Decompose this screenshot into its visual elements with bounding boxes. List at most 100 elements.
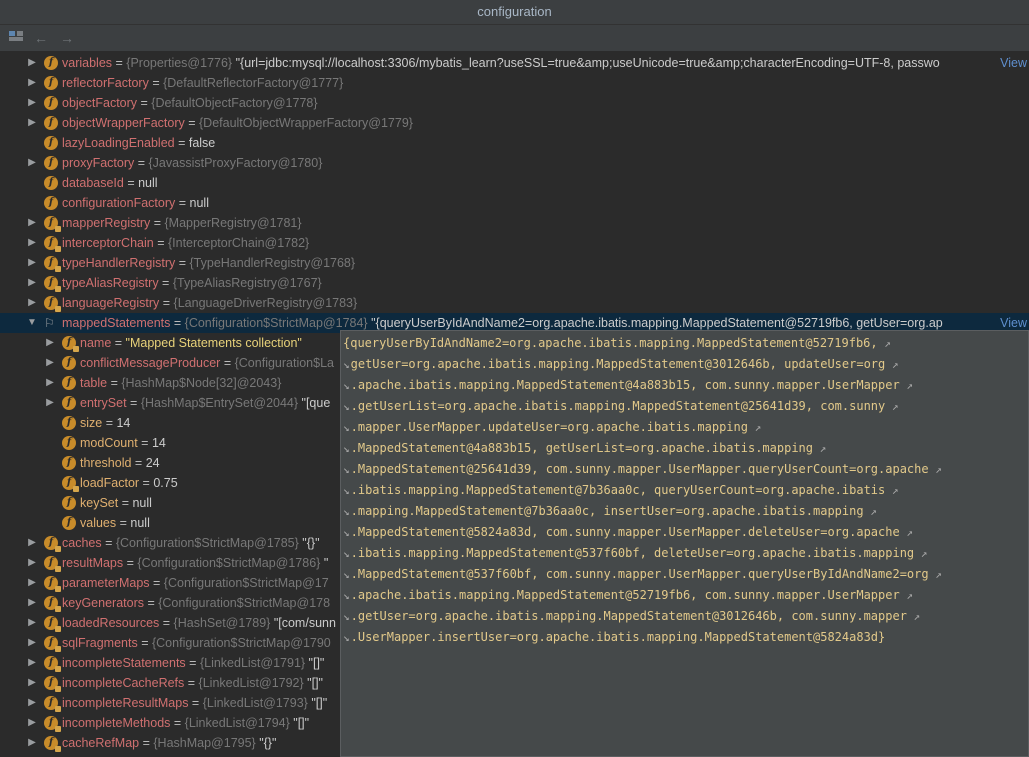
field-icon: f [62, 356, 76, 370]
object-type: {DefaultReflectorFactory@1777} [163, 76, 344, 90]
tree-row[interactable]: ▶ f proxyFactory = {JavassistProxyFactory@… [0, 153, 1029, 173]
tree-row[interactable]: ▶ f interceptorChain = {InterceptorChain@1… [0, 233, 1029, 253]
equals-sign: = [175, 256, 190, 270]
soft-wrap-icon: ↗ [899, 379, 913, 392]
tree-row[interactable]: ▶ f languageRegistry = {LanguageDriverRegi… [0, 293, 1029, 313]
field-name: incompleteMethods [62, 716, 171, 730]
final-field-icon: f [44, 576, 61, 592]
expand-closed-icon[interactable]: ▶ [26, 593, 38, 613]
field-value: null [132, 496, 152, 510]
field-icon: f [62, 396, 76, 410]
tree-row[interactable]: ▶ f reflectorFactory = {DefaultReflectorFa… [0, 73, 1029, 93]
field-value: null [130, 516, 150, 530]
expand-closed-icon[interactable]: ▶ [26, 713, 38, 733]
tree-row-label: resultMaps = {Configuration$StrictMap@17… [62, 553, 328, 573]
equals-sign: = [131, 456, 146, 470]
expand-closed-icon[interactable]: ▶ [44, 333, 56, 353]
tree-row[interactable]: ▶ f objectFactory = {DefaultObjectFactory@… [0, 93, 1029, 113]
equals-sign: = [123, 176, 139, 190]
expand-closed-icon[interactable]: ▶ [26, 53, 38, 73]
field-name: proxyFactory [62, 156, 135, 170]
equals-sign: = [170, 316, 185, 330]
expand-closed-icon[interactable]: ▶ [44, 373, 56, 393]
field-name: entrySet [80, 396, 127, 410]
field-name: incompleteStatements [62, 656, 186, 670]
tree-row-label: keySet = null [80, 493, 152, 513]
expand-closed-icon[interactable]: ▶ [26, 273, 38, 293]
tree-row[interactable]: f configurationFactory = null [0, 193, 1029, 213]
expand-closed-icon[interactable]: ▶ [26, 233, 38, 253]
tooltip-line: ↘.UserMapper.insertUser=org.apache.ibati… [343, 627, 885, 648]
expand-closed-icon[interactable]: ▶ [26, 653, 38, 673]
expand-closed-icon[interactable]: ▶ [26, 673, 38, 693]
expand-open-icon[interactable]: ▼ [26, 313, 38, 333]
final-field-icon: f [62, 336, 79, 352]
tree-row-label: loadedResources = {HashSet@1789} "[com/s… [62, 613, 336, 633]
value-tooltip-popup: {queryUserByIdAndName2=org.apache.ibatis… [340, 330, 1029, 757]
expand-closed-icon[interactable]: ▶ [26, 113, 38, 133]
expand-closed-icon[interactable]: ▶ [26, 573, 38, 593]
continuation-icon: ↘ [343, 484, 350, 497]
layout-icon[interactable] [6, 29, 26, 47]
expand-closed-icon[interactable]: ▶ [26, 553, 38, 573]
tree-row[interactable]: ▶ f mapperRegistry = {MapperRegistry@1781} [0, 213, 1029, 233]
equals-sign: = [139, 476, 154, 490]
field-name: name [80, 336, 112, 350]
back-arrow-icon[interactable]: ← [31, 29, 51, 47]
tree-row-label: table = {HashMap$Node[32]@2043} [80, 373, 281, 393]
tree-row[interactable]: f databaseId = null [0, 173, 1029, 193]
field-name: loadFactor [80, 476, 140, 490]
expand-closed-icon[interactable]: ▶ [26, 633, 38, 653]
tree-row-label: objectWrapperFactory = {DefaultObjectWra… [62, 113, 413, 133]
expand-closed-icon[interactable]: ▶ [26, 213, 38, 233]
tooltip-line: ↘.ibatis.mapping.MappedStatement@7b36aa0… [343, 480, 899, 501]
view-link[interactable]: View [998, 53, 1027, 73]
final-field-icon: f [44, 296, 61, 312]
tree-row-label: caches = {Configuration$StrictMap@1785} … [62, 533, 320, 553]
tree-row-label: modCount = 14 [80, 433, 166, 453]
equals-sign: = [139, 736, 154, 750]
tree-row-label: sqlFragments = {Configuration$StrictMap@… [62, 633, 331, 653]
tree-row[interactable]: f lazyLoadingEnabled = false [0, 133, 1029, 153]
tree-row[interactable]: ▶ f typeAliasRegistry = {TypeAliasRegistry… [0, 273, 1029, 293]
field-name: typeAliasRegistry [62, 276, 159, 290]
equals-sign: = [159, 296, 174, 310]
expand-closed-icon[interactable]: ▶ [26, 153, 38, 173]
tooltip-line: {queryUserByIdAndName2=org.apache.ibatis… [343, 333, 891, 354]
expand-closed-icon[interactable]: ▶ [26, 293, 38, 313]
expand-closed-icon[interactable]: ▶ [26, 613, 38, 633]
final-field-icon: f [44, 276, 61, 292]
tree-row[interactable]: ▶ f objectWrapperFactory = {DefaultObjectW… [0, 113, 1029, 133]
field-name: incompleteResultMaps [62, 696, 189, 710]
expand-closed-icon[interactable]: ▶ [26, 693, 38, 713]
expand-closed-icon[interactable]: ▶ [26, 733, 38, 753]
forward-arrow-icon[interactable]: → [57, 29, 77, 47]
field-name: objectFactory [62, 96, 138, 110]
tree-row[interactable]: ▶ f typeHandlerRegistry = {TypeHandlerRegi… [0, 253, 1029, 273]
expand-closed-icon[interactable]: ▶ [26, 253, 38, 273]
field-icon: f [44, 136, 58, 150]
tooltip-text: .MappedStatement@25641d39, com.sunny.map… [350, 462, 929, 476]
tree-row-label: size = 14 [80, 413, 130, 433]
field-icon: f [44, 156, 58, 170]
field-value: "[]" [305, 656, 325, 670]
expand-closed-icon[interactable]: ▶ [44, 353, 56, 373]
expand-closed-icon[interactable]: ▶ [26, 533, 38, 553]
tooltip-line: ↘.ibatis.mapping.MappedStatement@537f60b… [343, 543, 927, 564]
field-name: size [80, 416, 103, 430]
final-field-icon: f [44, 636, 61, 652]
tooltip-text: .getUser=org.apache.ibatis.mapping.Mappe… [350, 609, 907, 623]
field-name: typeHandlerRegistry [62, 256, 176, 270]
object-type: {LinkedList@1794} [184, 716, 290, 730]
tree-row-label: languageRegistry = {LanguageDriverRegist… [62, 293, 357, 313]
soft-wrap-icon: ↗ [813, 442, 827, 455]
field-name: resultMaps [62, 556, 124, 570]
field-icon: f [62, 456, 76, 470]
tree-row[interactable]: ▶ f variables = {Properties@1776} "{url=jd… [0, 53, 1029, 73]
soft-wrap-icon: ↗ [928, 568, 942, 581]
expand-closed-icon[interactable]: ▶ [44, 393, 56, 413]
tooltip-text: .MappedStatement@537f60bf, com.sunny.map… [350, 567, 929, 581]
expand-closed-icon[interactable]: ▶ [26, 73, 38, 93]
expand-closed-icon[interactable]: ▶ [26, 93, 38, 113]
equals-sign: = [126, 396, 141, 410]
